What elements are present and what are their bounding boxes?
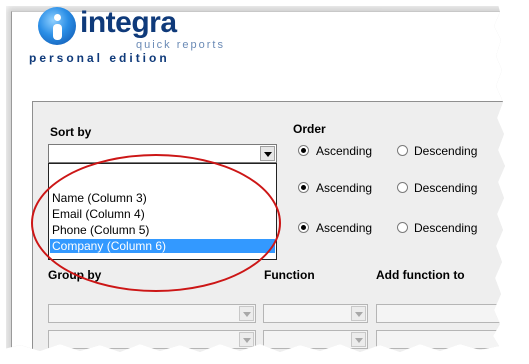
chevron-down-icon (355, 338, 363, 343)
function-combo-2[interactable] (263, 330, 368, 349)
group-by-combo-2-button[interactable] (239, 332, 254, 347)
sort-by-label: Sort by (50, 125, 92, 139)
add-function-to-label: Add function to (376, 268, 465, 282)
logo-bar (53, 24, 62, 40)
chevron-down-icon (243, 338, 251, 343)
function-combo-1-button[interactable] (351, 306, 366, 321)
sort-by-dropdown-button[interactable] (260, 146, 275, 161)
order2-descending-label: Descending (414, 181, 478, 195)
function-combo-1[interactable] (263, 304, 368, 323)
order1-descending-label: Descending (414, 144, 478, 158)
order3-ascending-radio[interactable] (298, 222, 309, 233)
logo-dot (54, 14, 61, 21)
chevron-down-icon (355, 312, 363, 317)
function-combo-2-button[interactable] (351, 332, 366, 347)
order3-descending-radio[interactable] (397, 222, 408, 233)
logo-edition: personal edition (29, 51, 170, 65)
group-by-combo-1[interactable] (48, 304, 256, 323)
order1-ascending-radio[interactable] (298, 145, 309, 156)
chevron-down-icon (243, 312, 251, 317)
order1-descending-radio[interactable] (397, 145, 408, 156)
logo-title: integra (80, 6, 177, 39)
order1-ascending-label: Ascending (316, 144, 373, 158)
order3-ascending-label: Ascending (316, 221, 373, 235)
chevron-down-icon (264, 152, 272, 157)
order-label: Order (293, 122, 326, 136)
group-by-combo-1-button[interactable] (239, 306, 254, 321)
add-function-to-field-2[interactable] (376, 330, 500, 349)
logo-subtitle: quick reports (136, 39, 225, 51)
function-label: Function (264, 268, 315, 282)
integra-logo-icon (38, 7, 76, 45)
order2-descending-radio[interactable] (397, 182, 408, 193)
order2-ascending-radio[interactable] (298, 182, 309, 193)
add-function-to-field-1[interactable] (376, 304, 500, 323)
screenshot-frame: integra quick reports personal edition S… (0, 0, 505, 352)
highlight-ellipse (31, 154, 281, 292)
group-by-combo-2[interactable] (48, 330, 256, 349)
order2-ascending-label: Ascending (316, 181, 373, 195)
order3-descending-label: Descending (414, 221, 478, 235)
